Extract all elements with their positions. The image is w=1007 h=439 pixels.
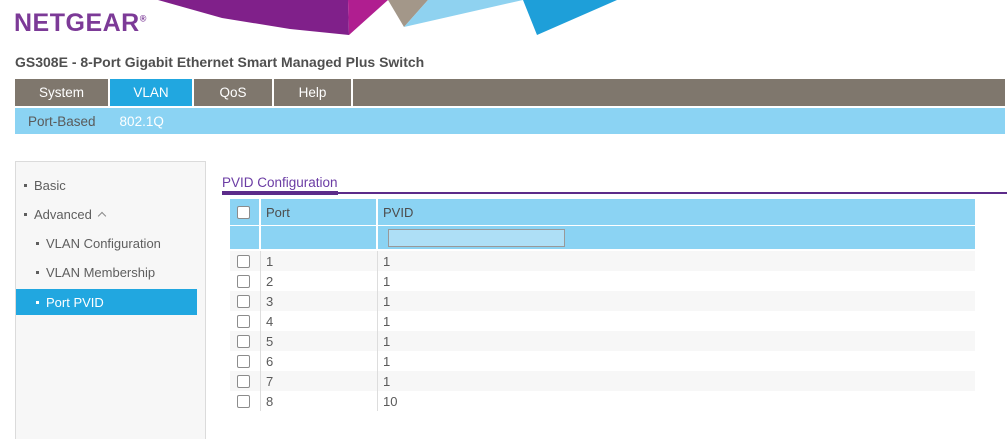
brand-banner-graphic — [0, 0, 1007, 36]
checkbox-cell — [230, 251, 261, 271]
row-checkbox[interactable] — [237, 335, 250, 348]
filter-pvid-cell — [378, 226, 975, 249]
sidebar-item-label: Basic — [34, 178, 66, 193]
select-all-checkbox[interactable] — [237, 206, 250, 219]
tab-vlan[interactable]: VLAN — [110, 79, 194, 106]
pvid-table: Port PVID 1 1 2 1 3 1 4 1 5 1 6 1 — [230, 199, 975, 411]
main-nav: System VLAN QoS Help — [15, 79, 1005, 106]
nav-filler — [353, 79, 1005, 106]
logo-text: NETGEAR — [14, 9, 140, 37]
header-checkbox-cell — [230, 199, 261, 225]
table-row: 6 1 — [230, 351, 975, 371]
port-cell: 7 — [261, 371, 378, 391]
pvid-cell: 1 — [378, 251, 975, 271]
port-cell: 4 — [261, 311, 378, 331]
pvid-cell: 1 — [378, 311, 975, 331]
subnav-item-port-based[interactable]: Port-Based — [28, 114, 96, 129]
port-cell: 5 — [261, 331, 378, 351]
collapse-arrow-icon — [98, 212, 106, 220]
row-checkbox[interactable] — [237, 295, 250, 308]
pvid-cell: 1 — [378, 291, 975, 311]
column-header-pvid: PVID — [378, 199, 975, 225]
registered-mark: ® — [140, 14, 147, 24]
table-filter-row — [230, 226, 975, 249]
bullet-square-icon — [36, 242, 39, 245]
bullet-square-icon — [24, 213, 27, 216]
filter-port-cell — [261, 226, 378, 249]
table-header-row: Port PVID — [230, 199, 975, 225]
table-row: 7 1 — [230, 371, 975, 391]
sidebar-item-label: VLAN Configuration — [46, 236, 161, 251]
port-cell: 1 — [261, 251, 378, 271]
port-cell: 6 — [261, 351, 378, 371]
port-cell: 2 — [261, 271, 378, 291]
heading-rule — [222, 192, 1007, 194]
pvid-filter-input[interactable] — [388, 229, 565, 247]
page-title: GS308E - 8-Port Gigabit Ethernet Smart M… — [15, 54, 424, 70]
port-cell: 8 — [261, 391, 378, 411]
checkbox-cell — [230, 391, 261, 411]
sidebar-item-label: VLAN Membership — [46, 265, 155, 280]
checkbox-cell — [230, 291, 261, 311]
bullet-square-icon — [36, 301, 39, 304]
table-row: 1 1 — [230, 251, 975, 271]
checkbox-cell — [230, 331, 261, 351]
sidebar-item-advanced[interactable]: Advanced — [16, 200, 205, 229]
row-checkbox[interactable] — [237, 395, 250, 408]
tab-system[interactable]: System — [15, 79, 110, 106]
sidebar-item-port-pvid[interactable]: Port PVID — [16, 289, 197, 315]
table-row: 8 10 — [230, 391, 975, 411]
checkbox-cell — [230, 371, 261, 391]
checkbox-cell — [230, 311, 261, 331]
row-checkbox[interactable] — [237, 255, 250, 268]
heading-rule-accent — [222, 191, 338, 195]
bullet-square-icon — [36, 271, 39, 274]
tab-help[interactable]: Help — [274, 79, 353, 106]
checkbox-cell — [230, 271, 261, 291]
section-heading: PVID Configuration — [222, 175, 338, 190]
pvid-cell: 1 — [378, 371, 975, 391]
netgear-logo: NETGEAR® — [14, 9, 147, 38]
table-row: 4 1 — [230, 311, 975, 331]
pvid-cell: 10 — [378, 391, 975, 411]
table-row: 2 1 — [230, 271, 975, 291]
port-cell: 3 — [261, 291, 378, 311]
column-header-port: Port — [261, 199, 378, 225]
pvid-cell: 1 — [378, 351, 975, 371]
subnav-item-8021q[interactable]: 802.1Q — [120, 114, 164, 129]
checkbox-cell — [230, 351, 261, 371]
row-checkbox[interactable] — [237, 355, 250, 368]
sidebar-item-basic[interactable]: Basic — [16, 171, 205, 200]
table-row: 5 1 — [230, 331, 975, 351]
filter-checkbox-cell — [230, 226, 261, 249]
sidebar-item-label: Advanced — [34, 207, 92, 222]
table-row: 3 1 — [230, 291, 975, 311]
pvid-cell: 1 — [378, 271, 975, 291]
sidebar-menu: Basic Advanced VLAN Configuration VLAN M… — [16, 162, 205, 315]
bullet-square-icon — [24, 184, 27, 187]
sidebar-item-vlan-membership[interactable]: VLAN Membership — [16, 258, 205, 287]
tab-qos[interactable]: QoS — [194, 79, 274, 106]
pvid-cell: 1 — [378, 331, 975, 351]
row-checkbox[interactable] — [237, 375, 250, 388]
sidebar-item-vlan-configuration[interactable]: VLAN Configuration — [16, 229, 205, 258]
row-checkbox[interactable] — [237, 275, 250, 288]
sidebar: Basic Advanced VLAN Configuration VLAN M… — [15, 161, 206, 439]
row-checkbox[interactable] — [237, 315, 250, 328]
sub-nav: Port-Based 802.1Q — [15, 108, 1005, 134]
sidebar-item-label: Port PVID — [46, 295, 104, 310]
